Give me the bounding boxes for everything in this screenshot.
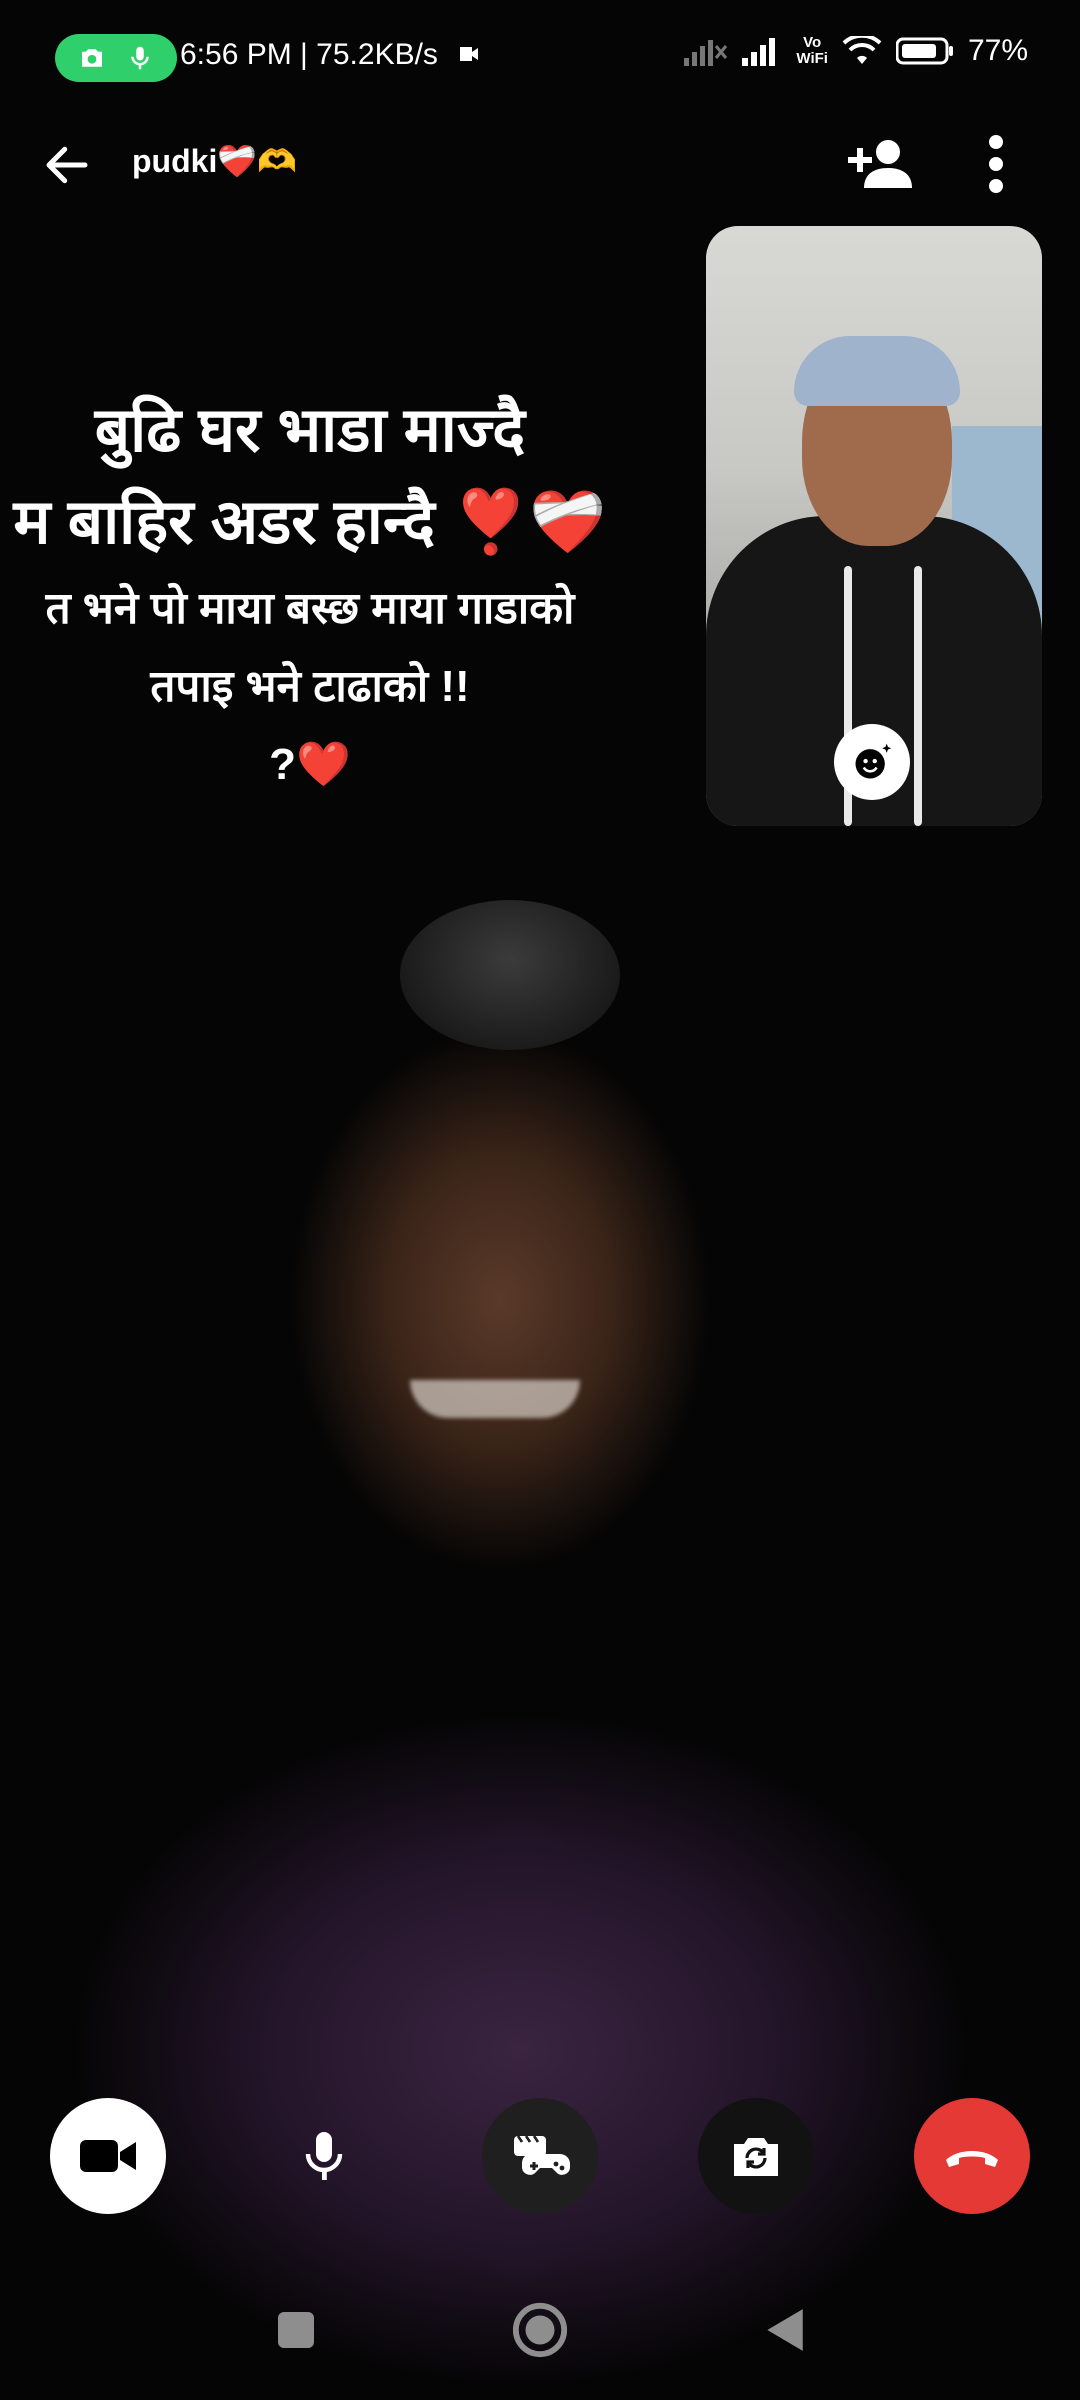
remote-person-smile xyxy=(410,1380,580,1418)
arrow-left-icon[interactable] xyxy=(40,138,94,192)
end-call-button[interactable] xyxy=(914,2098,1030,2214)
signal-sim1-icon xyxy=(684,40,728,66)
screen-record-icon xyxy=(460,47,478,61)
mic-in-use-icon xyxy=(131,46,149,70)
overlay-line-5: ?❤️ xyxy=(269,740,351,789)
home-button[interactable] xyxy=(508,2298,572,2362)
self-video-preview[interactable] xyxy=(706,226,1042,826)
self-person-cap xyxy=(794,336,960,406)
video-camera-icon xyxy=(80,2140,136,2172)
flip-camera-icon xyxy=(734,2138,778,2176)
triangle-back-icon xyxy=(767,2309,803,2351)
recording-indicator[interactable] xyxy=(55,34,177,82)
circle-home-icon xyxy=(512,2302,568,2358)
call-controls xyxy=(0,2098,1080,2218)
overlay-line-2: म बाहिर अडर हान्दै ❣️❤️‍🩹 xyxy=(13,488,607,557)
status-bar: 6:56 PM | 75.2KB/s Vo WiFi 77% xyxy=(0,0,1080,110)
battery-percent: 77% xyxy=(967,34,1028,67)
overlay-line-1: बुढि घर भाडा माज्दै xyxy=(94,396,526,465)
effects-button[interactable] xyxy=(834,724,910,800)
add-person-icon[interactable] xyxy=(848,132,912,196)
system-nav-bar xyxy=(0,2290,1080,2370)
square-recents-icon xyxy=(278,2312,314,2348)
more-vertical-icon[interactable] xyxy=(976,132,1016,196)
battery-icon xyxy=(895,37,953,65)
game-controller-icon xyxy=(514,2135,570,2175)
toggle-mic-button[interactable] xyxy=(266,2098,382,2214)
contact-name[interactable]: pudki❤️‍🩹🫶 xyxy=(132,142,297,180)
back-nav-button[interactable] xyxy=(752,2298,816,2362)
signal-sim2-icon xyxy=(742,38,776,66)
call-header: pudki❤️‍🩹🫶 xyxy=(0,120,1080,210)
hoodie-string xyxy=(914,566,922,826)
games-button[interactable] xyxy=(482,2098,598,2214)
status-time-speed: 6:56 PM | 75.2KB/s xyxy=(180,38,438,71)
overlay-line-4: तपाइ भने टाढाको !! xyxy=(150,662,470,711)
vowifi-indicator: Vo WiFi xyxy=(796,34,828,67)
overlay-line-3: त भने पो माया बस्छ माया गाडाको xyxy=(45,584,575,633)
recents-button[interactable] xyxy=(264,2298,328,2362)
microphone-icon xyxy=(305,2132,343,2180)
remote-person-cap xyxy=(400,900,620,1050)
wifi-icon xyxy=(842,36,882,64)
end-call-icon xyxy=(946,2151,998,2167)
video-text-overlay: बुढि घर भाडा माज्दै म बाहिर अडर हान्दै ❣… xyxy=(0,385,650,805)
toggle-video-button[interactable] xyxy=(50,2098,166,2214)
camera-in-use-icon xyxy=(82,49,102,67)
flip-camera-button[interactable] xyxy=(698,2098,814,2214)
face-sparkle-icon xyxy=(855,743,892,779)
